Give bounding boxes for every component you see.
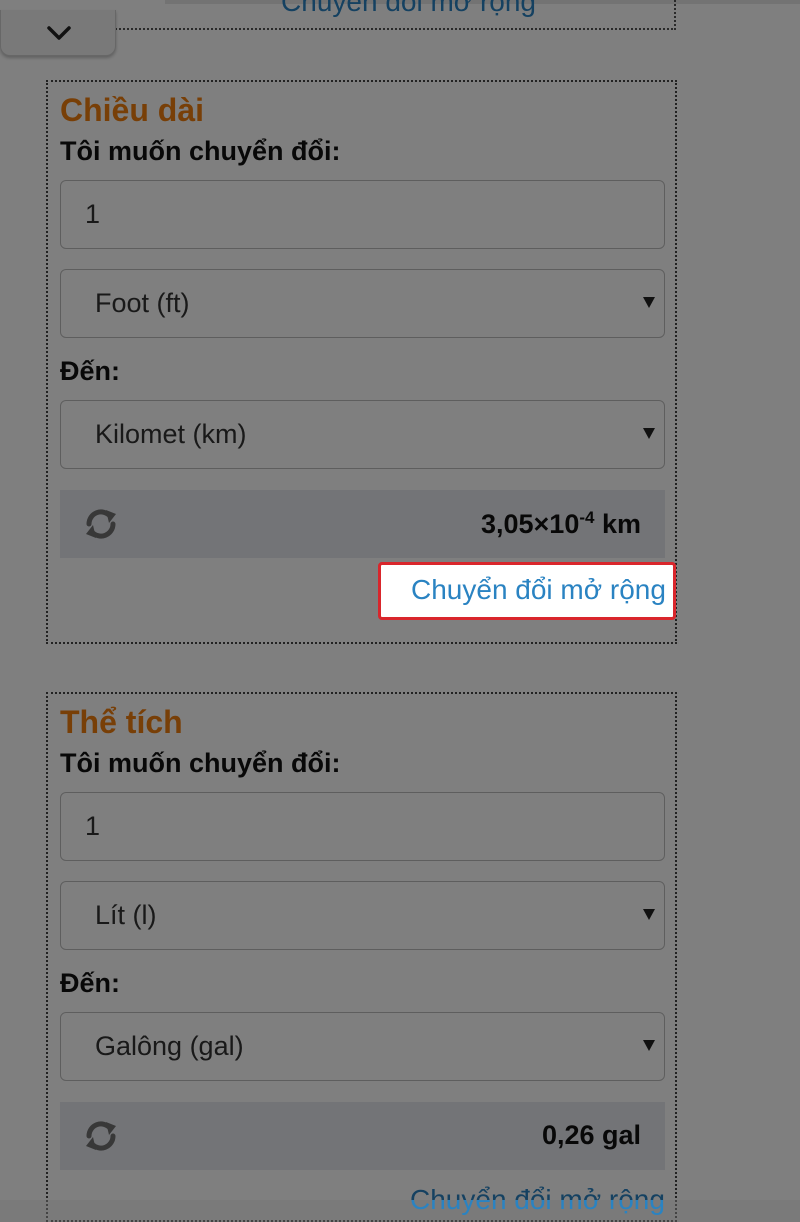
length-from-select[interactable]: Foot (ft) (60, 269, 665, 338)
volume-title: Thể tích (60, 704, 183, 740)
length-to-select[interactable]: Kilomet (km) (60, 400, 665, 469)
volume-from-value: Lít (l) (95, 900, 157, 930)
volume-amount-value: 1 (85, 811, 101, 841)
refresh-icon[interactable] (82, 1117, 120, 1155)
dropdown-arrow-icon (643, 428, 655, 439)
volume-to-label: Đến: (60, 968, 120, 998)
volume-result-bar: 0,26 gal (60, 1102, 665, 1170)
length-expand-link[interactable]: Chuyển đổi mở rộng (411, 574, 666, 606)
length-title: Chiều dài (60, 92, 205, 128)
dropdown-arrow-icon (643, 297, 655, 308)
volume-to-value: Galông (gal) (95, 1031, 244, 1061)
volume-expand-link[interactable]: Chuyển đổi mở rộng (410, 1184, 665, 1216)
length-section: Chiều dài Tôi muốn chuyển đổi: 1 Foot (f… (46, 80, 677, 644)
volume-section: Thể tích Tôi muốn chuyển đổi: 1 Lít (l) … (46, 692, 677, 1222)
length-amount-value: 1 (85, 199, 101, 229)
dropdown-arrow-icon (643, 909, 655, 920)
length-to-value: Kilomet (km) (95, 419, 247, 449)
volume-convert-label: Tôi muốn chuyển đổi: (60, 748, 341, 778)
volume-result: 0,26 gal (541, 1120, 641, 1150)
length-result: 3,05×10-4 km (480, 508, 641, 539)
volume-amount-input[interactable]: 1 (60, 792, 665, 861)
volume-from-select[interactable]: Lít (l) (60, 881, 665, 950)
length-result-bar: 3,05×10-4 km (60, 490, 665, 558)
length-to-label: Đến: (60, 356, 120, 386)
collapse-tab[interactable] (0, 10, 116, 56)
volume-to-select[interactable]: Galông (gal) (60, 1012, 665, 1081)
length-from-value: Foot (ft) (95, 288, 190, 318)
dropdown-arrow-icon (643, 1040, 655, 1051)
chevron-down-icon (47, 26, 71, 40)
highlighted-expand-link-box[interactable]: Chuyển đổi mở rộng (378, 562, 676, 620)
length-amount-input[interactable]: 1 (60, 180, 665, 249)
refresh-icon[interactable] (82, 505, 120, 543)
previous-expand-link[interactable]: Chuyển đổi mở rộng (281, 0, 536, 18)
length-convert-label: Tôi muốn chuyển đổi: (60, 136, 341, 166)
